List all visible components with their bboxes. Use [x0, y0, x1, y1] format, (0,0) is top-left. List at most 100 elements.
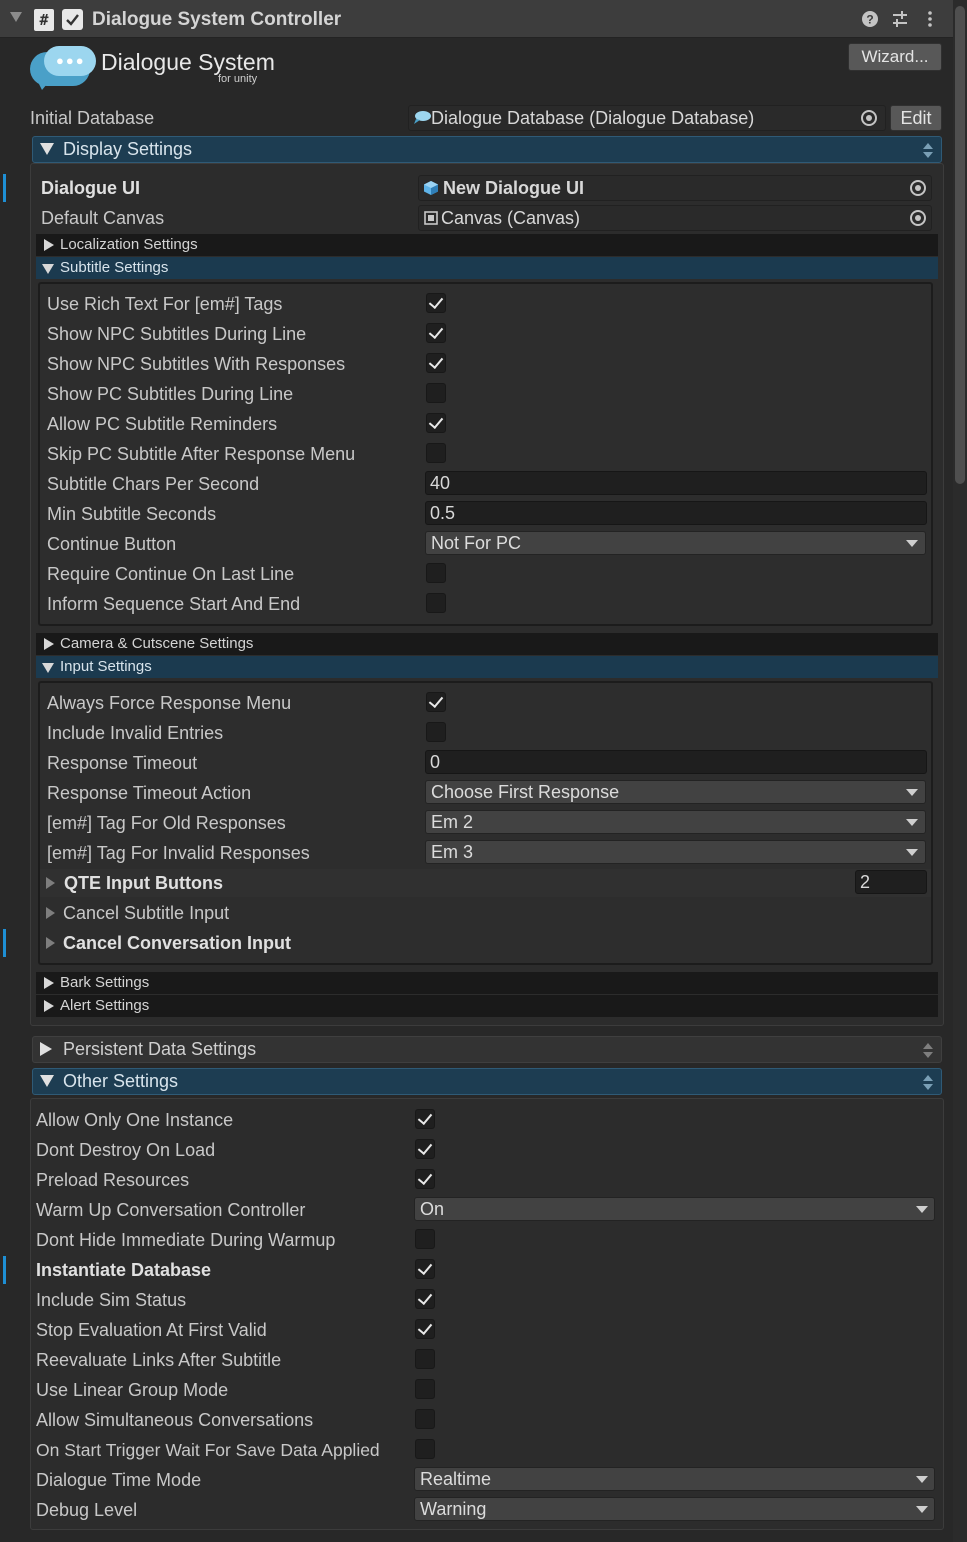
component-enable-checkbox[interactable]	[62, 9, 83, 30]
continue-button-dropdown[interactable]: Not For PC	[425, 531, 926, 555]
qte-array-size-input[interactable]: 2	[855, 870, 927, 894]
timeout-action-dropdown[interactable]: Choose First Response	[425, 780, 926, 804]
subsection-title: Alert Settings	[60, 997, 150, 1014]
expand-arrow-icon	[46, 907, 55, 919]
dropdown-value: Em 2	[431, 812, 474, 832]
expand-arrow-icon	[46, 937, 55, 949]
section-persistent-data-settings[interactable]: Persistent Data Settings	[32, 1036, 942, 1063]
time-mode-dropdown[interactable]: Realtime	[414, 1467, 935, 1491]
npc-with-responses-checkbox[interactable]	[426, 353, 446, 373]
object-picker-icon[interactable]	[910, 180, 926, 196]
subsection-input-settings[interactable]: Input Settings	[36, 656, 938, 678]
instantiate-db-checkbox[interactable]	[415, 1259, 435, 1279]
collapse-arrow-icon	[42, 264, 54, 274]
cancel-conversation-input-label[interactable]: Cancel Conversation Input	[63, 931, 291, 955]
initial-database-field[interactable]: Dialogue Database (Dialogue Database)	[408, 105, 886, 131]
subsection-subtitle-settings[interactable]: Subtitle Settings	[36, 257, 938, 279]
pc-reminders-checkbox[interactable]	[426, 413, 446, 433]
simultaneous-checkbox[interactable]	[415, 1409, 435, 1429]
prefab-cube-icon	[423, 180, 439, 196]
rich-text-checkbox[interactable]	[426, 293, 446, 313]
response-timeout-input[interactable]: 0	[425, 750, 927, 774]
qte-input-buttons-label: QTE Input Buttons	[64, 873, 223, 893]
dropdown-arrow-icon	[916, 1476, 928, 1483]
pc-reminders-label: Allow PC Subtitle Reminders	[47, 414, 278, 434]
dont-destroy-checkbox[interactable]	[415, 1139, 435, 1159]
object-picker-icon[interactable]	[861, 110, 877, 126]
sort-updown-icon[interactable]	[923, 142, 933, 160]
dialogue-ui-field[interactable]: New Dialogue UI	[418, 175, 932, 201]
force-menu-label: Always Force Response Menu	[47, 693, 292, 713]
collapse-arrow-icon	[42, 663, 54, 673]
other-settings-panel	[30, 1098, 944, 1530]
wait-save-label: On Start Trigger Wait For Save Data Appl…	[36, 1440, 380, 1460]
require-continue-label: Require Continue On Last Line	[47, 564, 295, 584]
response-timeout-label: Response Timeout	[47, 753, 198, 773]
component-title: Dialogue System Controller	[92, 9, 342, 30]
inform-sequence-checkbox[interactable]	[426, 593, 446, 613]
dropdown-value: On	[420, 1199, 445, 1219]
object-picker-icon[interactable]	[910, 210, 926, 226]
wizard-button[interactable]: Wizard...	[848, 43, 942, 71]
min-seconds-label: Min Subtitle Seconds	[47, 504, 217, 524]
linear-group-checkbox[interactable]	[415, 1379, 435, 1399]
invalid-tag-dropdown[interactable]: Em 3	[425, 840, 926, 864]
subsection-bark-settings[interactable]: Bark Settings	[36, 972, 938, 994]
npc-during-checkbox[interactable]	[426, 323, 446, 343]
sort-updown-icon[interactable]	[923, 1042, 933, 1060]
section-title: Persistent Data Settings	[63, 1039, 257, 1059]
cancel-subtitle-input-label[interactable]: Cancel Subtitle Input	[63, 901, 229, 925]
simultaneous-label: Allow Simultaneous Conversations	[36, 1410, 314, 1430]
subsection-title: Bark Settings	[60, 974, 150, 991]
instantiate-db-label: Instantiate Database	[36, 1260, 212, 1280]
sort-updown-icon[interactable]	[923, 1074, 933, 1092]
subsection-title: Camera & Cutscene Settings	[60, 635, 254, 652]
section-display-settings[interactable]: Display Settings	[32, 136, 942, 163]
modified-marker	[3, 1256, 6, 1284]
presets-icon[interactable]	[890, 8, 910, 30]
foldout-arrow-icon[interactable]	[10, 12, 22, 22]
script-icon: #	[34, 9, 54, 31]
subsection-title: Localization Settings	[60, 236, 198, 253]
reevaluate-checkbox[interactable]	[415, 1349, 435, 1369]
subsection-title: Subtitle Settings	[60, 259, 169, 276]
dont-destroy-label: Dont Destroy On Load	[36, 1140, 216, 1160]
invalid-entries-checkbox[interactable]	[426, 722, 446, 742]
edit-database-button[interactable]: Edit	[890, 105, 942, 131]
chars-per-second-input[interactable]: 40	[425, 471, 927, 495]
subsection-camera-settings[interactable]: Camera & Cutscene Settings	[36, 633, 938, 655]
one-instance-checkbox[interactable]	[415, 1109, 435, 1129]
help-icon[interactable]: ?	[860, 8, 880, 30]
pc-during-checkbox[interactable]	[426, 383, 446, 403]
modified-marker	[3, 174, 6, 202]
dropdown-value: Em 3	[431, 842, 474, 862]
sim-status-checkbox[interactable]	[415, 1289, 435, 1309]
subsection-localization-settings[interactable]: Localization Settings	[36, 234, 938, 256]
min-seconds-input[interactable]: 0.5	[425, 501, 927, 525]
wait-save-checkbox[interactable]	[415, 1439, 435, 1459]
old-tag-dropdown[interactable]: Em 2	[425, 810, 926, 834]
timeout-action-label: Response Timeout Action	[47, 783, 252, 803]
default-canvas-field[interactable]: Canvas (Canvas)	[418, 205, 932, 231]
require-continue-checkbox[interactable]	[426, 563, 446, 583]
collapse-arrow-icon	[40, 1075, 54, 1087]
force-menu-checkbox[interactable]	[426, 692, 446, 712]
chars-per-second-label: Subtitle Chars Per Second	[47, 474, 260, 494]
debug-level-dropdown[interactable]: Warning	[414, 1497, 935, 1521]
stop-eval-checkbox[interactable]	[415, 1319, 435, 1339]
warm-up-dropdown[interactable]: On	[414, 1197, 935, 1221]
stop-eval-label: Stop Evaluation At First Valid	[36, 1320, 267, 1340]
scrollbar-thumb[interactable]	[955, 6, 965, 484]
kebab-menu-icon[interactable]	[920, 8, 940, 30]
section-other-settings[interactable]: Other Settings	[32, 1068, 942, 1095]
reevaluate-label: Reevaluate Links After Subtitle	[36, 1350, 282, 1370]
preload-checkbox[interactable]	[415, 1169, 435, 1189]
dont-hide-label: Dont Hide Immediate During Warmup	[36, 1230, 336, 1250]
dropdown-value: Realtime	[420, 1469, 492, 1489]
invalid-tag-label: [em#] Tag For Invalid Responses	[47, 843, 310, 863]
expand-arrow-icon	[44, 638, 54, 650]
modified-marker	[3, 929, 6, 957]
subsection-alert-settings[interactable]: Alert Settings	[36, 995, 938, 1017]
dont-hide-checkbox[interactable]	[415, 1229, 435, 1249]
skip-pc-checkbox[interactable]	[426, 443, 446, 463]
